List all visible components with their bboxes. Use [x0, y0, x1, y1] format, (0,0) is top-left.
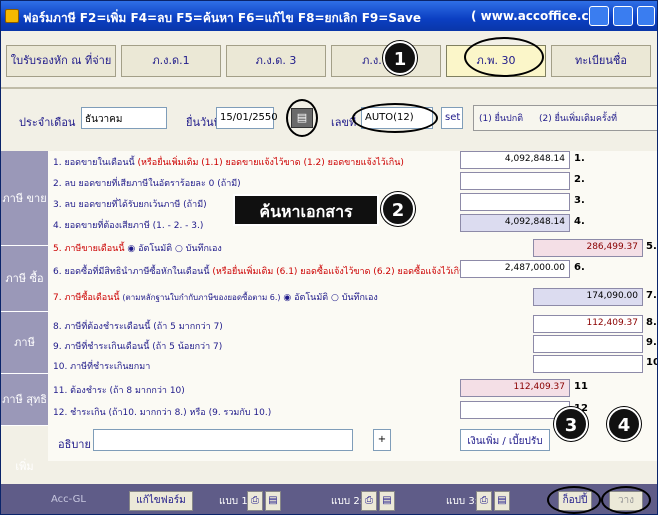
- form3-label: แบบ 3:: [446, 496, 479, 507]
- row-1: 1. ยอดขายในเดือนนี้ (หรือยื่นเพิ่มเติม (…: [53, 158, 404, 168]
- search-icon-highlight: [286, 99, 318, 137]
- preview-icon[interactable]: ▤: [494, 491, 510, 511]
- value-line-12[interactable]: [460, 401, 570, 419]
- value-line-9[interactable]: [533, 335, 643, 353]
- month-label: ประจำเดือน: [19, 116, 76, 129]
- set-button[interactable]: set: [441, 107, 463, 129]
- preview-icon[interactable]: ▤: [379, 491, 395, 511]
- callout-4: 4: [607, 407, 641, 441]
- description-label: อธิบาย: [58, 438, 91, 451]
- value-line-4: 4,092,848.14: [460, 214, 570, 232]
- section-vat: ภาษี มูลค่า เพิ่ม: [1, 312, 48, 473]
- section-sale-tax: ภาษี ขาย: [1, 151, 48, 246]
- row-9: 9. ภาษีที่ชำระเกินเดือนนี้ (ถ้า 5 น้อยกว…: [53, 342, 223, 352]
- value-line-5[interactable]: 286,499.37: [533, 239, 643, 257]
- tab-bar: ใบรับรองหัก ณ ที่จ่าย ภ.ง.ด.1 ภ.ง.ด. 3 ภ…: [1, 31, 657, 89]
- title-bar: ฟอร์มภาษี F2=เพิ่ม F4=ลบ F5=ค้นหา F6=แก้…: [1, 1, 657, 31]
- lineno-10: 10: [646, 357, 657, 368]
- tab-name-register[interactable]: ทะเบียนชื่อ: [551, 45, 651, 77]
- value-line-6[interactable]: 2,487,000.00: [460, 260, 570, 278]
- row-12: 12. ชำระเกิน (ถ้า10. มากกว่า 8.) หรือ (9…: [53, 408, 272, 418]
- plus-button[interactable]: +: [373, 429, 391, 451]
- row-11: 11. ต้องชำระ (ถ้า 8 มากกว่า 10): [53, 386, 185, 396]
- value-line-8[interactable]: 112,409.37: [533, 315, 643, 333]
- lineno-1: 1.: [574, 153, 585, 164]
- section-net-tax: ภาษี สุทธิ: [1, 374, 48, 426]
- row-8: 8. ภาษีที่ต้องชำระเดือนนี้ (ถ้า 5 มากกว่…: [53, 322, 223, 332]
- lineno-7: 7.: [646, 290, 657, 301]
- row-3: 3. ลบ ยอดขายที่ได้รับยกเว้นภาษี (ถ้ามี): [53, 200, 207, 210]
- value-line-1[interactable]: 4,092,848.14: [460, 151, 570, 169]
- row-7: 7. ภาษีซื้อเดือนนี้ (ตามหลักฐานใบกำกับภา…: [53, 293, 378, 303]
- lineno-2: 2.: [574, 174, 585, 185]
- callout-1: 1: [383, 41, 417, 75]
- callout-3: 3: [554, 407, 588, 441]
- close-icon[interactable]: [637, 6, 655, 26]
- lineno-8: 8.: [646, 317, 657, 328]
- preview-icon[interactable]: ▤: [265, 491, 281, 511]
- app-icon: [5, 9, 19, 23]
- paste-highlight: [601, 486, 651, 514]
- row-10: 10. ภาษีที่ชำระเกินยกมา: [53, 362, 151, 372]
- radio-additional[interactable]: (2) ยื่นเพิ่มเติมครั้งที่: [539, 111, 617, 125]
- tab-pnd3[interactable]: ภ.ง.ด. 3: [226, 45, 326, 77]
- lineno-6: 6.: [574, 262, 585, 273]
- lineno-3: 3.: [574, 195, 585, 206]
- value-line-11[interactable]: 112,409.37: [460, 379, 570, 397]
- copy-highlight: [547, 486, 601, 514]
- date-input[interactable]: 15/01/2550: [216, 107, 278, 129]
- acc-gl-label: Acc-GL: [51, 494, 86, 505]
- value-line-7[interactable]: 174,090.00: [533, 288, 643, 306]
- description-input[interactable]: [93, 429, 353, 451]
- lineno-4: 4.: [574, 216, 585, 227]
- document-number-highlight: [352, 103, 438, 133]
- maximize-icon[interactable]: [613, 6, 633, 26]
- print-icon[interactable]: ⎙: [361, 491, 377, 511]
- value-line-3[interactable]: [460, 193, 570, 211]
- radio-normal[interactable]: (1) ยื่นปกติ: [479, 111, 523, 125]
- lineno-9: 9.: [646, 337, 657, 348]
- row-2: 2. ลบ ยอดขายที่เสียภาษีในอัตราร้อยละ 0 (…: [53, 179, 241, 189]
- tab-pnd1[interactable]: ภ.ง.ด.1: [121, 45, 221, 77]
- callout-2: 2: [381, 192, 415, 226]
- section-purchase-tax: ภาษี ซื้อ: [1, 246, 48, 312]
- surcharge-penalty-button[interactable]: เงินเพิ่ม / เบี้ยปรับ: [460, 429, 550, 451]
- print-icon[interactable]: ⎙: [247, 491, 263, 511]
- tax-form-window: ฟอร์มภาษี F2=เพิ่ม F4=ลบ F5=ค้นหา F6=แก้…: [0, 0, 658, 515]
- window-title: ฟอร์มภาษี F2=เพิ่ม F4=ลบ F5=ค้นหา F6=แก้…: [23, 11, 422, 25]
- search-document-label: ค้นหาเอกสาร: [233, 194, 379, 226]
- value-line-10[interactable]: [533, 355, 643, 373]
- row-6: 6. ยอดซื้อที่มีสิทธินำภาษีซื้อหักในเดือน…: [53, 267, 469, 277]
- highlight-oval: [464, 37, 544, 77]
- edit-form-button[interactable]: แก้ไขฟอร์ม: [129, 491, 193, 511]
- lineno-11: 11: [574, 381, 588, 392]
- tab-withholding-cert[interactable]: ใบรับรองหัก ณ ที่จ่าย: [6, 45, 116, 77]
- value-line-2[interactable]: [460, 172, 570, 190]
- bottom-toolbar: Acc-GL แก้ไขฟอร์ม แบบ 1: ⎙ ▤ แบบ 2: ⎙ ▤ …: [1, 484, 657, 514]
- print-icon[interactable]: ⎙: [476, 491, 492, 511]
- form2-label: แบบ 2:: [331, 496, 364, 507]
- minimize-icon[interactable]: [589, 6, 609, 26]
- row-5: 5. ภาษีขายเดือนนี้ ◉ อัตโนมัติ ○ บันทึกเ…: [53, 244, 222, 254]
- lineno-5: 5.: [646, 241, 657, 252]
- header-fields: ประจำเดือน ธันวาคม ยื่นวันที่ 15/01/2550…: [1, 89, 657, 151]
- month-select[interactable]: ธันวาคม: [81, 107, 167, 129]
- row-4: 4. ยอดขายที่ต้องเสียภาษี (1. - 2. - 3.): [53, 221, 204, 231]
